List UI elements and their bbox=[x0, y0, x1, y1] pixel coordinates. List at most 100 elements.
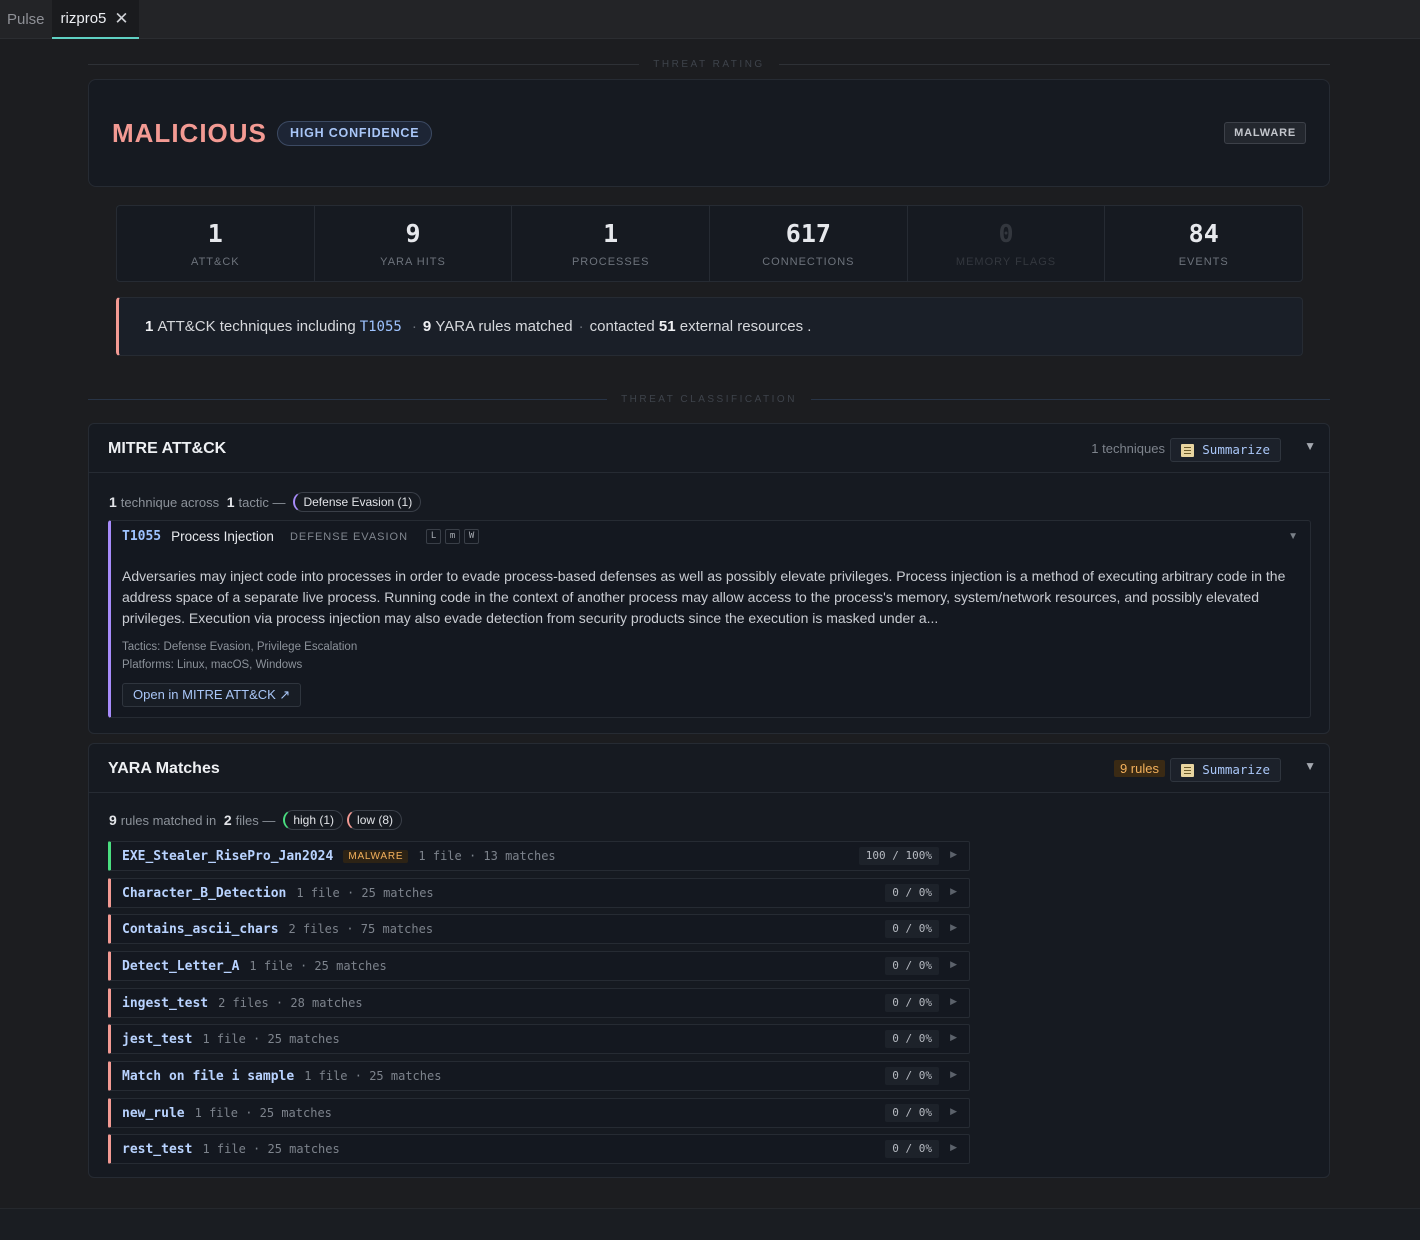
summary-yara-text: YARA rules matched bbox=[435, 318, 573, 335]
rule-score: 0 / 0% bbox=[885, 920, 939, 938]
stat-value: 617 bbox=[785, 219, 831, 248]
technique-tactic: DEFENSE EVASION bbox=[289, 530, 409, 543]
expand-arrow-icon: ▶ bbox=[950, 1106, 957, 1116]
rule-name: Character_B_Detection bbox=[122, 885, 287, 901]
rules-count-number: 9 bbox=[109, 812, 117, 828]
rules-count-badge: 9 rules bbox=[1113, 760, 1165, 777]
yara-rule-row[interactable]: Detect_Letter_A 1 file · 25 matches 0 / … bbox=[108, 951, 970, 981]
stat-processes[interactable]: 1 PROCESSES bbox=[512, 206, 711, 281]
yara-rule-row[interactable]: Character_B_Detection 1 file · 25 matche… bbox=[108, 878, 970, 908]
rule-name: rest_test bbox=[122, 1141, 193, 1157]
rule-score: 0 / 0% bbox=[885, 1030, 939, 1048]
summarize-button[interactable]: Summarize bbox=[1170, 758, 1281, 782]
rule-name: new_rule bbox=[122, 1105, 185, 1121]
stat-value: 84 bbox=[1188, 219, 1219, 248]
mitre-breadcrumb: 1 technique across 1 tactic — Defense Ev… bbox=[109, 492, 422, 512]
summary-contacted-text: contacted bbox=[589, 318, 655, 335]
expand-arrow-icon: ▶ bbox=[950, 1069, 957, 1079]
section-divider-threat-rating: THREAT RATING bbox=[88, 58, 1330, 70]
stat-value: 9 bbox=[405, 219, 421, 248]
panel-title: MITRE ATT&CK bbox=[108, 440, 227, 457]
summarize-button[interactable]: Summarize bbox=[1170, 438, 1281, 462]
technique-count: 1 techniques bbox=[1091, 441, 1165, 456]
rule-score: 0 / 0% bbox=[885, 957, 939, 975]
section-divider-threat-classification: THREAT CLASSIFICATION bbox=[88, 393, 1331, 405]
verdict-label: MALICIOUS bbox=[112, 118, 267, 148]
summary-tech-link[interactable]: T1055 bbox=[360, 319, 402, 335]
rule-meta: 1 file · 13 matches bbox=[418, 849, 556, 863]
section-label: THREAT RATING bbox=[653, 58, 765, 70]
yara-rule-row[interactable]: ingest_test 2 files · 28 matches 0 / 0% … bbox=[108, 988, 970, 1018]
stat-label: YARA HITS bbox=[380, 256, 446, 268]
expand-arrow-icon: ▶ bbox=[950, 996, 957, 1006]
technique-card: T1055 Process Injection DEFENSE EVASION … bbox=[108, 520, 1311, 718]
stat-label: MEMORY FLAGS bbox=[955, 256, 1057, 268]
summarize-label: Summarize bbox=[1202, 762, 1270, 777]
platform-windows-icon: W bbox=[464, 529, 480, 544]
technique-platforms: Platforms: Linux, macOS, Windows bbox=[122, 659, 303, 671]
memo-icon bbox=[1181, 443, 1195, 457]
rule-meta: 1 file · 25 matches bbox=[194, 1106, 332, 1120]
separator: · bbox=[578, 318, 584, 335]
threat-summary: 1 ATT&CK techniques including T1055 · 9 … bbox=[116, 297, 1303, 356]
technique-collapse-icon[interactable]: ▼ bbox=[1288, 531, 1298, 542]
rule-name: Match on file i sample bbox=[122, 1068, 295, 1084]
technique-count-number: 1 bbox=[109, 494, 117, 510]
technique-name: Process Injection bbox=[171, 529, 274, 544]
panel-header[interactable]: YARA Matches 9 rules Summarize ▼ bbox=[89, 744, 1329, 793]
rule-name: Contains_ascii_chars bbox=[122, 921, 279, 937]
yara-breadcrumb: 9 rules matched in 2 files — high (1) lo… bbox=[109, 810, 403, 830]
yara-rule-row[interactable]: Contains_ascii_chars 2 files · 75 matche… bbox=[108, 914, 970, 944]
platform-macos-icon: m bbox=[445, 529, 461, 544]
tab-rizpro5[interactable]: rizpro5 ✕ bbox=[51, 0, 139, 39]
confidence-badge: HIGH CONFIDENCE bbox=[277, 121, 433, 146]
platform-linux-icon: L bbox=[426, 529, 442, 544]
stat-label: EVENTS bbox=[1178, 256, 1229, 268]
panel-title: YARA Matches bbox=[108, 760, 220, 777]
stat-label: CONNECTIONS bbox=[762, 256, 855, 268]
yara-rule-row[interactable]: Match on file i sample 1 file · 25 match… bbox=[108, 1061, 970, 1091]
rule-meta: 2 files · 75 matches bbox=[288, 922, 434, 936]
rule-meta: 1 file · 25 matches bbox=[304, 1069, 442, 1083]
yara-rule-row[interactable]: jest_test 1 file · 25 matches 0 / 0% ▶ bbox=[108, 1024, 970, 1054]
stats-strip: 1 ATT&CK 9 YARA HITS 1 PROCESSES 617 CON… bbox=[116, 205, 1303, 282]
panel-header[interactable]: MITRE ATT&CK 1 techniques Summarize ▼ bbox=[89, 424, 1329, 473]
stat-value: 1 bbox=[207, 219, 223, 248]
stat-label: ATT&CK bbox=[191, 256, 240, 268]
stat-connections[interactable]: 617 CONNECTIONS bbox=[710, 206, 908, 281]
collapse-caret-icon[interactable]: ▼ bbox=[1304, 439, 1316, 453]
rule-name: EXE_Stealer_RisePro_Jan2024 bbox=[122, 848, 334, 864]
section-label: THREAT CLASSIFICATION bbox=[621, 393, 797, 405]
summarize-label: Summarize bbox=[1202, 442, 1270, 457]
close-icon[interactable]: ✕ bbox=[114, 9, 128, 29]
files-count-number: 2 bbox=[223, 812, 232, 828]
yara-rule-row[interactable]: rest_test 1 file · 25 matches 0 / 0% ▶ bbox=[108, 1134, 970, 1164]
threat-rating-card: MALICIOUS HIGH CONFIDENCE MALWARE bbox=[88, 79, 1330, 187]
open-in-mitre-link[interactable]: Open in MITRE ATT&CK ↗ bbox=[122, 683, 302, 707]
crumb-text: files — bbox=[235, 812, 276, 828]
severity-high-pill[interactable]: high (1) bbox=[283, 810, 344, 830]
tactic-count-number: 1 bbox=[226, 494, 235, 510]
expand-arrow-icon: ▶ bbox=[950, 959, 957, 969]
tab-label: Pulse bbox=[7, 11, 45, 28]
stat-value: 1 bbox=[603, 219, 619, 248]
tab-bar: Pulse rizpro5 ✕ bbox=[0, 0, 1420, 39]
severity-low-pill[interactable]: low (8) bbox=[347, 810, 403, 830]
rule-meta: 1 file · 25 matches bbox=[202, 1142, 340, 1156]
rule-score: 0 / 0% bbox=[885, 994, 939, 1012]
collapse-caret-icon[interactable]: ▼ bbox=[1304, 759, 1316, 773]
technique-header[interactable]: T1055 Process Injection DEFENSE EVASION … bbox=[122, 529, 483, 544]
mitre-attack-panel: MITRE ATT&CK 1 techniques Summarize ▼ 1 … bbox=[88, 423, 1330, 734]
yara-rule-row[interactable]: EXE_Stealer_RisePro_Jan2024 MALWARE 1 fi… bbox=[108, 841, 970, 871]
yara-rule-row[interactable]: new_rule 1 file · 25 matches 0 / 0% ▶ bbox=[108, 1098, 970, 1128]
rule-score: 0 / 0% bbox=[885, 1104, 939, 1122]
stat-yara-hits[interactable]: 9 YARA HITS bbox=[315, 206, 513, 281]
rule-name: jest_test bbox=[122, 1031, 193, 1047]
rule-score: 0 / 0% bbox=[885, 1140, 939, 1158]
expand-arrow-icon: ▶ bbox=[950, 922, 957, 932]
stat-value: 0 bbox=[998, 219, 1014, 248]
stat-attack[interactable]: 1 ATT&CK bbox=[117, 206, 315, 281]
stat-events[interactable]: 84 EVENTS bbox=[1105, 206, 1302, 281]
tactic-pill[interactable]: Defense Evasion (1) bbox=[293, 492, 422, 512]
tab-pulse[interactable]: Pulse bbox=[0, 0, 52, 39]
